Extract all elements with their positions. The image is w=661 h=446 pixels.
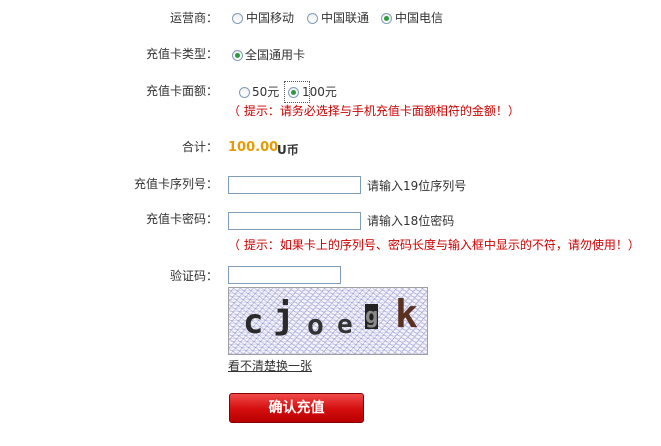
total-amount: 100.00 [228,140,279,155]
confirm-recharge-button[interactable]: 确认充值 [229,393,364,423]
captcha-input[interactable] [228,266,341,284]
denomination-option-100[interactable]: 100元 [302,85,337,99]
serial-label: 充值卡序列号： [133,177,218,191]
captcha-image[interactable]: c j o e g k [228,287,428,355]
captcha-char-5: g [365,304,379,329]
captcha-char-2: j [273,296,295,337]
operator-radio-unicom[interactable] [307,13,318,24]
operator-option-mobile[interactable]: 中国移动 [246,11,294,25]
captcha-char-6: k [395,292,418,336]
operator-radio-mobile[interactable] [232,13,243,24]
serial-help: 请输入19位序列号 [367,179,467,193]
denomination-label: 充值卡面额： [145,84,218,98]
operator-label: 运营商： [169,11,218,25]
card-type-radio-national[interactable] [232,50,243,61]
denomination-radio-100[interactable] [288,87,299,98]
operator-option-unicom[interactable]: 中国联通 [321,11,369,25]
captcha-char-4: e [337,310,353,340]
denomination-radio-50[interactable] [239,87,250,98]
password-input[interactable] [228,212,361,230]
password-label: 充值卡密码： [145,212,218,226]
operator-radio-telecom[interactable] [381,13,392,24]
password-help: 请输入18位密码 [367,214,455,228]
captcha-char-1: c [243,302,264,342]
total-unit: U币 [277,143,299,157]
total-label: 合计： [181,140,218,154]
denomination-option-50[interactable]: 50元 [252,85,279,99]
captcha-char-3: o [307,308,324,341]
serial-input[interactable] [228,176,361,194]
password-hint: （ 提示：如果卡上的序列号、密码长度与输入框中显示的不符，请勿使用！） [228,238,640,252]
captcha-refresh-link[interactable]: 看不清楚换一张 [228,357,312,374]
operator-option-telecom[interactable]: 中国电信 [395,11,443,25]
card-type-option-national[interactable]: 全国通用卡 [245,48,305,62]
denomination-hint: （ 提示：请务必选择与手机充值卡面额相符的金额！） [228,104,520,118]
captcha-label: 验证码： [169,269,218,283]
card-type-label: 充值卡类型： [145,47,218,61]
